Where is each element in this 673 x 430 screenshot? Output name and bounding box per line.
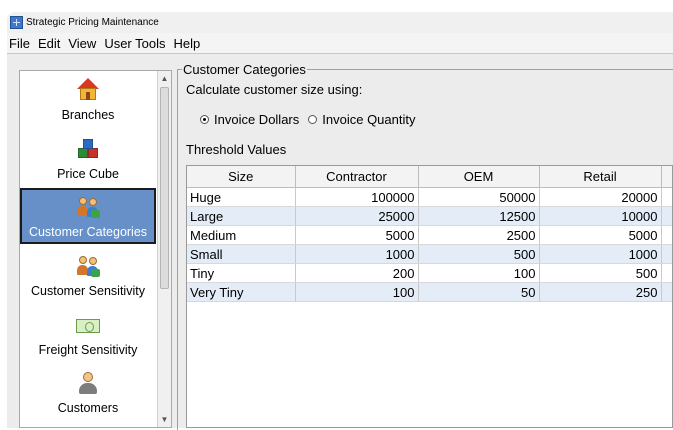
money-icon bbox=[76, 313, 100, 337]
table-cell-contractor[interactable]: 1000 bbox=[295, 244, 419, 264]
app-logo-icon bbox=[10, 16, 23, 29]
people-icon bbox=[76, 195, 100, 219]
table-cell-extra bbox=[661, 263, 672, 283]
sidebar-scrollbar[interactable]: ▲ ▼ bbox=[157, 71, 171, 427]
table-cell-contractor[interactable]: 100000 bbox=[295, 187, 419, 207]
sidebar-item-label: Customer Categories bbox=[28, 225, 148, 239]
cube-icon bbox=[76, 137, 100, 161]
table-row[interactable]: Huge 100000 50000 20000 bbox=[187, 187, 672, 207]
people-icon bbox=[76, 254, 100, 278]
menu-file[interactable]: File bbox=[7, 36, 34, 51]
sidebar-item-label: Customers bbox=[57, 401, 119, 415]
sidebar-item-label: Freight Sensitivity bbox=[38, 343, 138, 357]
table-cell-extra bbox=[661, 282, 672, 302]
table-cell-size[interactable]: Small bbox=[187, 244, 296, 264]
menu-user-tools[interactable]: User Tools bbox=[100, 36, 169, 51]
menu-edit[interactable]: Edit bbox=[34, 36, 64, 51]
table-cell-retail[interactable]: 1000 bbox=[539, 244, 662, 264]
radio-label: Invoice Quantity bbox=[322, 112, 416, 127]
table-cell-size[interactable]: Medium bbox=[187, 225, 296, 245]
table-cell-retail[interactable]: 20000 bbox=[539, 187, 662, 207]
table-cell-contractor[interactable]: 200 bbox=[295, 263, 419, 283]
sidebar-item-price-cube[interactable]: Price Cube bbox=[20, 137, 156, 189]
threshold-table: Size Contractor OEM Retail Huge 100000 5… bbox=[186, 165, 673, 428]
table-cell-extra bbox=[661, 187, 672, 207]
radio-label: Invoice Dollars bbox=[214, 112, 300, 127]
sidebar-item-freight-sensitivity[interactable]: Freight Sensitivity bbox=[20, 313, 156, 365]
size-method-options: Invoice Dollars Invoice Quantity bbox=[200, 112, 424, 127]
table-cell-size[interactable]: Huge bbox=[187, 187, 296, 207]
column-header-extra bbox=[661, 166, 672, 188]
scroll-down-arrow-icon[interactable]: ▼ bbox=[158, 413, 171, 427]
column-header-oem[interactable]: OEM bbox=[418, 166, 540, 188]
table-cell-size[interactable]: Very Tiny bbox=[187, 282, 296, 302]
table-cell-oem[interactable]: 100 bbox=[418, 263, 540, 283]
menu-divider bbox=[7, 53, 673, 54]
menu-help[interactable]: Help bbox=[170, 36, 205, 51]
invoice-dollars-radio[interactable]: Invoice Dollars bbox=[200, 112, 299, 127]
table-cell-oem[interactable]: 50 bbox=[418, 282, 540, 302]
column-header-size[interactable]: Size bbox=[187, 166, 296, 188]
table-cell-retail[interactable]: 10000 bbox=[539, 206, 662, 226]
table-cell-contractor[interactable]: 5000 bbox=[295, 225, 419, 245]
table-row[interactable]: Medium 5000 2500 5000 bbox=[187, 225, 672, 245]
table-row[interactable]: Very Tiny 100 50 250 bbox=[187, 282, 672, 302]
table-row[interactable]: Tiny 200 100 500 bbox=[187, 263, 672, 283]
table-row[interactable]: Small 1000 500 1000 bbox=[187, 244, 672, 264]
window-title: Strategic Pricing Maintenance bbox=[26, 17, 159, 28]
scroll-up-arrow-icon[interactable]: ▲ bbox=[158, 72, 171, 86]
table-cell-oem[interactable]: 12500 bbox=[418, 206, 540, 226]
table-cell-size[interactable]: Tiny bbox=[187, 263, 296, 283]
menu-view[interactable]: View bbox=[64, 36, 100, 51]
sidebar-item-label: Customer Sensitivity bbox=[31, 284, 145, 298]
table-cell-oem[interactable]: 50000 bbox=[418, 187, 540, 207]
table-cell-contractor[interactable]: 25000 bbox=[295, 206, 419, 226]
column-header-contractor[interactable]: Contractor bbox=[295, 166, 419, 188]
invoice-quantity-radio[interactable]: Invoice Quantity bbox=[308, 112, 415, 127]
calc-size-label: Calculate customer size using: bbox=[186, 82, 363, 97]
group-title: Customer Categories bbox=[182, 62, 307, 77]
table-cell-extra bbox=[661, 225, 672, 245]
sidebar-item-customer-sensitivity[interactable]: Customer Sensitivity bbox=[20, 254, 156, 306]
sidebar-item-label: Branches bbox=[61, 108, 115, 122]
table-cell-retail[interactable]: 500 bbox=[539, 263, 662, 283]
user-icon bbox=[76, 371, 100, 395]
menu-bar: File Edit View User Tools Help bbox=[7, 33, 673, 53]
table-cell-size[interactable]: Large bbox=[187, 206, 296, 226]
table-cell-contractor[interactable]: 100 bbox=[295, 282, 419, 302]
scroll-thumb[interactable] bbox=[160, 87, 169, 289]
title-bar: Strategic Pricing Maintenance bbox=[7, 12, 673, 33]
table-cell-oem[interactable]: 2500 bbox=[418, 225, 540, 245]
table-header-row: Size Contractor OEM Retail bbox=[187, 166, 672, 188]
table-row[interactable]: Large 25000 12500 10000 bbox=[187, 206, 672, 226]
sidebar-item-label: Price Cube bbox=[57, 167, 119, 181]
sidebar-item-customer-categories[interactable]: Customer Categories bbox=[20, 188, 156, 244]
radio-selected-icon bbox=[200, 115, 209, 124]
table-cell-retail[interactable]: 5000 bbox=[539, 225, 662, 245]
radio-unselected-icon bbox=[308, 115, 318, 124]
sidebar: Branches Price Cube Customer Categories … bbox=[19, 70, 172, 428]
house-icon bbox=[76, 78, 100, 102]
table-cell-oem[interactable]: 500 bbox=[418, 244, 540, 264]
threshold-values-label: Threshold Values bbox=[186, 142, 287, 157]
table-cell-extra bbox=[661, 244, 672, 264]
column-header-retail[interactable]: Retail bbox=[539, 166, 662, 188]
sidebar-item-branches[interactable]: Branches bbox=[20, 78, 156, 130]
table-cell-extra bbox=[661, 206, 672, 226]
sidebar-item-customers[interactable]: Customers bbox=[20, 371, 156, 423]
table-cell-retail[interactable]: 250 bbox=[539, 282, 662, 302]
